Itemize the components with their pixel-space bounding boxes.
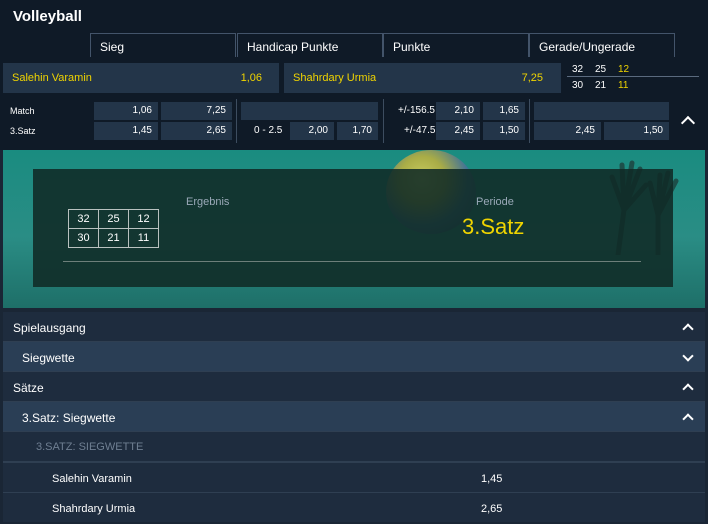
mini-score-cell: 21 [595,80,607,91]
odds-handicap-3satz-1[interactable]: 2,00 [290,122,334,140]
odds-row-away[interactable]: Shahrdary Urmia 2,65 [3,492,705,522]
tab-punkte[interactable]: Punkte [383,33,529,57]
chevron-up-icon [682,383,694,395]
mini-score-cell: 30 [572,80,584,91]
section-spielausgang[interactable]: Spielausgang [3,312,705,342]
odds-sieg-3satz-1[interactable]: 1,45 [94,122,158,140]
score-cell: 30 [68,228,99,248]
odds-punkte-match-1[interactable]: 2,10 [436,102,480,120]
section-label: 3.Satz: Siegwette [22,411,116,425]
score-cell: 21 [98,228,129,248]
mini-score-cell-current: 11 [618,80,629,91]
chevron-up-icon [682,323,694,335]
chevron-up-icon [682,413,694,425]
periode-label: Periode [476,196,514,208]
odds-punkte-match-2[interactable]: 1,65 [483,102,525,120]
odds-row-value: 2,65 [481,503,503,515]
odds-punkte-3satz-2[interactable]: 1,50 [483,122,525,140]
odds-handicap-3satz-2[interactable]: 1,70 [337,122,378,140]
section-saetze[interactable]: Sätze [3,372,705,402]
team-away-odds: 7,25 [521,72,543,84]
odds-gerade-match-empty [534,102,669,120]
mini-score-cell: 32 [572,64,584,75]
section-label: Spielausgang [13,321,86,335]
punkte-line-match: +/-156.5 [398,105,435,116]
mini-score-cell-current: 12 [618,64,630,75]
team-home-button[interactable]: Salehin Varamin 1,06 [3,63,279,93]
event-header-panel: Volleyball Sieg Handicap Punkte Punkte G… [0,0,708,150]
divider [63,261,641,262]
score-cell: 32 [68,209,99,229]
row-label-match: Match [10,106,35,116]
divider [567,76,699,77]
odds-row-name: Shahrdary Urmia [52,503,136,515]
periode-value: 3.Satz [462,214,525,239]
odds-sieg-3satz-2[interactable]: 2,65 [161,122,232,140]
market-heading: 3.SATZ: SIEGWETTE [3,432,705,462]
row-label-3satz: 3.Satz [10,126,36,136]
tab-gerade-ungerade[interactable]: Gerade/Ungerade [529,33,675,57]
odds-row-home[interactable]: Salehin Varamin 1,45 [3,462,705,492]
score-grid: 32 25 12 30 21 11 [68,209,159,248]
odds-gerade-3satz-2[interactable]: 1,50 [604,122,669,140]
team-home-name: Salehin Varamin [12,72,92,84]
scoreboard-overlay: Ergebnis 32 25 12 30 21 11 Periode 3.Sat… [33,169,673,287]
odds-gerade-3satz-1[interactable]: 2,45 [534,122,601,140]
score-cell: 25 [98,209,129,229]
odds-punkte-3satz-1[interactable]: 2,45 [436,122,480,140]
punkte-line-3satz: +/-47.5 [404,125,436,136]
divider [529,99,530,143]
chevron-down-icon [682,350,694,362]
mini-score-cell: 25 [595,64,607,75]
team-away-name: Shahrdary Urmia [293,72,377,84]
tab-handicap-punkte[interactable]: Handicap Punkte [237,33,383,57]
tab-sieg[interactable]: Sieg [90,33,236,57]
team-away-button[interactable]: Shahrdary Urmia 7,25 [284,63,561,93]
divider [236,99,237,143]
section-label: Sätze [13,381,44,395]
odds-row-name: Salehin Varamin [52,473,132,485]
score-cell: 11 [128,228,159,248]
divider [383,99,384,143]
odds-sieg-match-1[interactable]: 1,06 [94,102,158,120]
handicap-line-3satz: 0 - 2.5 [254,125,283,136]
odds-handicap-match-empty [241,102,378,120]
score-cell: 12 [128,209,159,229]
odds-row-value: 1,45 [481,473,503,485]
team-home-odds: 1,06 [240,72,262,84]
section-siegwette[interactable]: Siegwette [3,342,705,372]
mini-scoreboard: 32 25 12 30 21 11 [567,63,699,93]
section-label: Siegwette [22,351,75,365]
market-heading-label: 3.SATZ: SIEGWETTE [36,441,144,453]
ergebnis-label: Ergebnis [186,196,230,208]
sport-title: Volleyball [13,8,82,25]
section-3satz-siegwette[interactable]: 3.Satz: Siegwette [3,402,705,432]
scoreboard-banner: Ergebnis 32 25 12 30 21 11 Periode 3.Sat… [3,150,705,308]
collapse-markets-icon[interactable] [680,115,696,131]
odds-sieg-match-2[interactable]: 7,25 [161,102,232,120]
